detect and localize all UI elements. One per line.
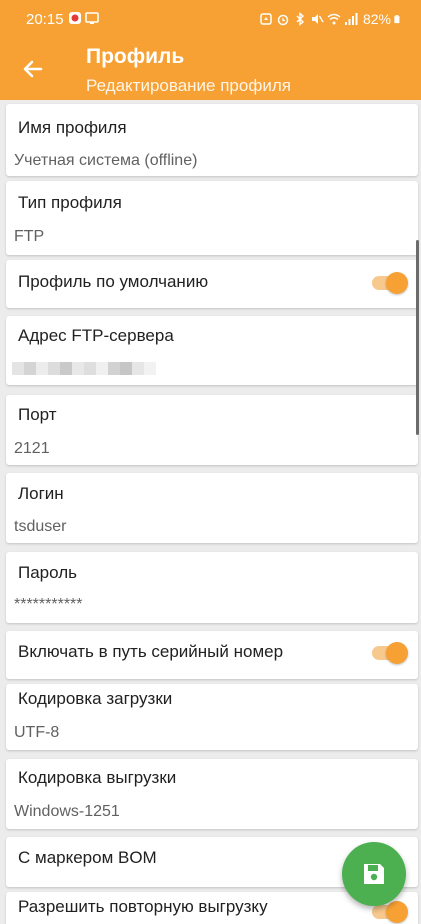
app-bar: Профиль Редактирование профиля xyxy=(0,38,421,100)
setting-upload-encoding[interactable]: Кодировка загрузки UTF-8 xyxy=(6,684,418,750)
redacted-value xyxy=(12,362,156,375)
save-button[interactable] xyxy=(342,842,406,906)
toggle-thumb xyxy=(386,901,408,923)
alarm-icon xyxy=(277,14,289,26)
setting-label: Имя профиля xyxy=(18,118,127,137)
status-time: 20:15 xyxy=(26,11,64,28)
setting-label: Пароль xyxy=(18,563,77,582)
screen-mirror-icon xyxy=(85,12,99,24)
setting-default-profile[interactable]: Профиль по умолчанию xyxy=(6,260,418,308)
battery-icon xyxy=(394,15,400,24)
setting-label: Кодировка загрузки xyxy=(18,689,173,708)
setting-label: Разрешить повторную выгрузку xyxy=(18,897,268,916)
wifi-icon xyxy=(327,13,341,25)
status-bar: 20:15 82% xyxy=(0,0,421,38)
signal-icon xyxy=(344,13,358,25)
setting-label: Адрес FTP-сервера xyxy=(18,326,174,345)
page-subtitle: Редактирование профиля xyxy=(86,76,291,95)
setting-label: С маркером BOM xyxy=(18,848,157,867)
toggle-thumb xyxy=(386,642,408,664)
setting-download-encoding[interactable]: Кодировка выгрузки Windows-1251 xyxy=(6,759,418,829)
setting-ftp-address[interactable]: Адрес FTP-сервера xyxy=(6,316,418,385)
cloud-icon xyxy=(260,13,272,25)
setting-value: 2121 xyxy=(14,440,50,457)
setting-password[interactable]: Пароль *********** xyxy=(6,552,418,623)
app-notification-icon xyxy=(69,12,81,24)
setting-port[interactable]: Порт 2121 xyxy=(6,395,418,465)
default-profile-toggle[interactable] xyxy=(370,271,408,295)
battery-percent: 82% xyxy=(362,11,391,27)
setting-profile-type[interactable]: Тип профиля FTP xyxy=(6,181,418,255)
setting-value: *********** xyxy=(14,596,83,613)
bluetooth-icon xyxy=(296,12,305,26)
setting-label: Включать в путь серийный номер xyxy=(18,642,284,661)
setting-value: Учетная система (offline) xyxy=(14,152,198,169)
serial-in-path-toggle[interactable] xyxy=(370,641,408,665)
setting-login[interactable]: Логин tsduser xyxy=(6,473,418,543)
setting-label: Логин xyxy=(18,484,64,503)
setting-label: Профиль по умолчанию xyxy=(18,272,209,291)
setting-label: Тип профиля xyxy=(18,193,122,212)
setting-profile-name[interactable]: Имя профиля Учетная система (offline) xyxy=(6,104,418,176)
page-title: Профиль xyxy=(86,45,185,68)
status-left-icons xyxy=(68,11,99,25)
setting-value: tsduser xyxy=(14,518,67,535)
setting-label: Кодировка выгрузки xyxy=(18,768,177,787)
mute-icon xyxy=(311,14,324,24)
back-button[interactable] xyxy=(18,54,48,84)
setting-label: Порт xyxy=(18,405,57,424)
setting-value: Windows-1251 xyxy=(14,803,120,820)
setting-serial-in-path[interactable]: Включать в путь серийный номер xyxy=(6,631,418,679)
screen: 20:15 82% Профиль Редактирование профиля… xyxy=(0,0,421,924)
save-icon xyxy=(364,864,384,884)
scrollbar[interactable] xyxy=(416,240,419,435)
settings-list: Имя профиля Учетная система (offline) Ти… xyxy=(0,100,421,924)
arrow-back-icon xyxy=(23,60,43,78)
toggle-thumb xyxy=(386,272,408,294)
status-right-icons: 82% xyxy=(259,11,403,27)
setting-value: UTF-8 xyxy=(14,724,60,741)
setting-value: FTP xyxy=(14,228,45,245)
